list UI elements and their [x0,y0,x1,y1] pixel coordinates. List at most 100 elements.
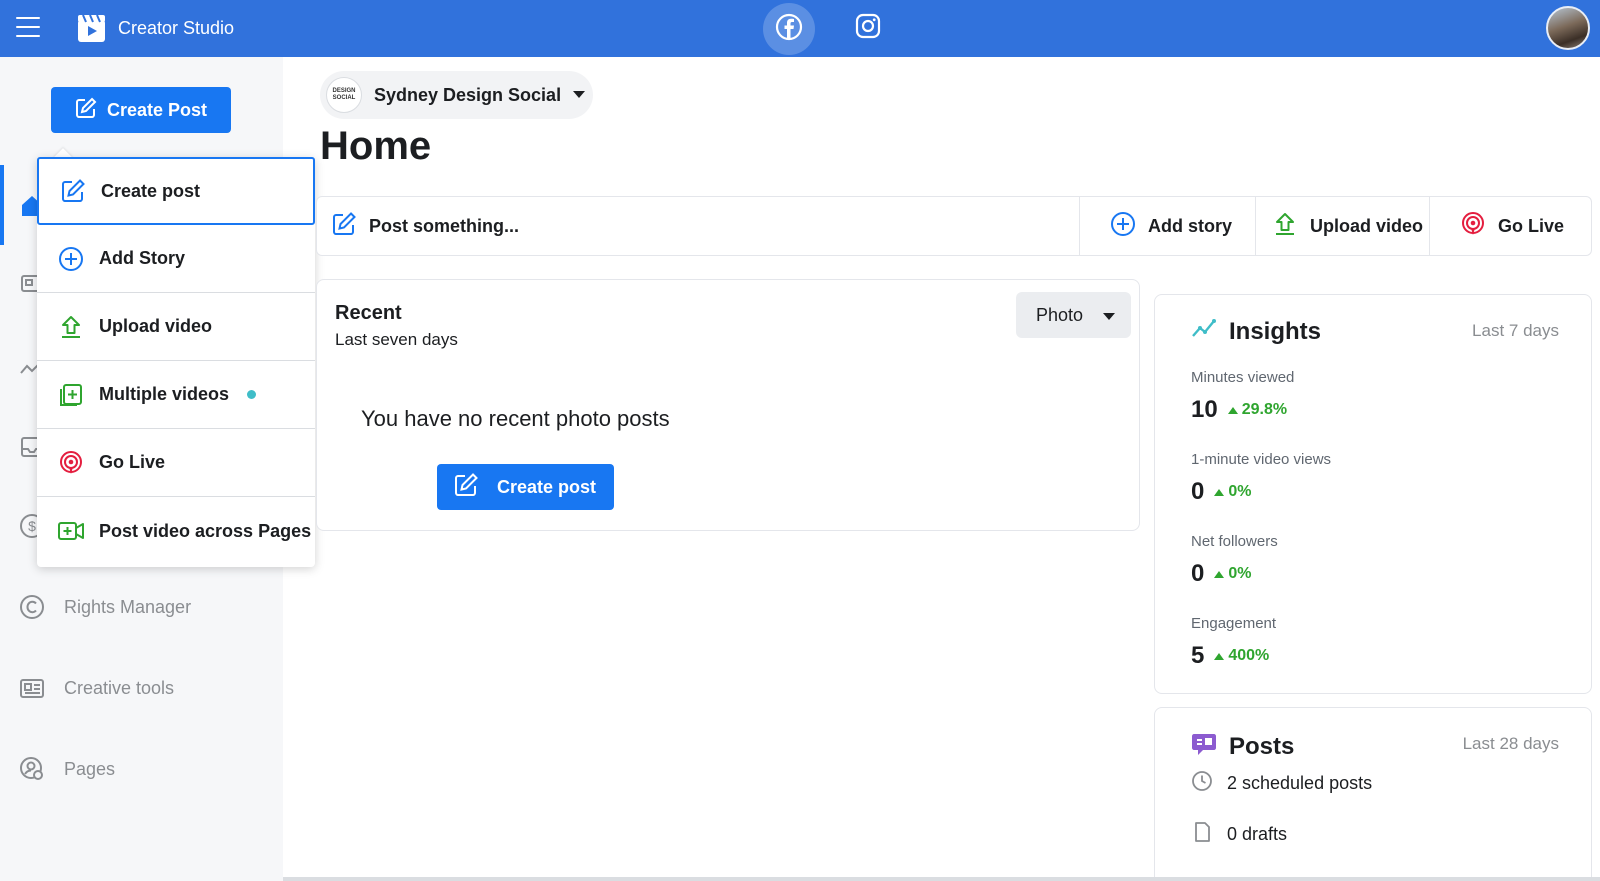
create-post-button-secondary[interactable]: Create post [437,464,614,510]
recent-title: Recent [335,302,402,324]
metric-change-value: 0% [1228,483,1252,500]
add-story-label: Add story [1148,215,1233,236]
create-post-label: Create post [497,476,597,497]
pages-settings-icon [18,755,46,783]
posts-header: Posts [1191,730,1294,763]
post-something-label: Post something... [369,215,520,236]
edit-icon [59,177,87,205]
menu-item-label: Create post [101,180,201,201]
page-switcher[interactable]: DESIGN SOCIAL Sydney Design Social [320,71,593,119]
scheduled-posts-link[interactable]: 2 scheduled posts [1191,770,1372,797]
recent-posts-card: Recent Last seven days Photo You have no… [316,279,1140,531]
recent-subtitle: Last seven days [335,330,458,349]
insights-range: Last 7 days [1472,321,1559,340]
metric-change: 0% [1214,483,1251,501]
posts-card: Posts Last 28 days 2 scheduled posts 0 d… [1154,707,1592,881]
menu-item-post-video-across-pages[interactable]: Post video across Pages [37,497,315,565]
copyright-icon [18,593,46,621]
metric-value: 10 [1191,396,1218,423]
metric-engagement: Engagement 5 400% [1191,615,1276,670]
metric-value: 0 [1191,560,1205,587]
empty-state-text: You have no recent photo posts [361,406,670,431]
metric-change: 29.8% [1227,401,1288,419]
instagram-icon [855,13,881,44]
live-icon [1460,211,1486,242]
video-across-pages-icon [57,517,85,545]
facebook-tab[interactable] [763,3,815,55]
sidebar-active-indicator [0,165,4,245]
metric-value: 0 [1191,478,1205,505]
page-name: Sydney Design Social [374,84,562,105]
drafts-text: 0 drafts [1227,824,1288,844]
post-action-bar: Post something... Add story Upload video… [316,196,1592,256]
metric-change: 400% [1214,647,1269,665]
menu-item-go-live[interactable]: Go Live [37,429,315,497]
metric-value: 5 [1191,642,1205,669]
new-indicator-dot [247,390,257,399]
insights-header: Insights [1191,317,1321,346]
post-type-value: Photo [1036,304,1084,325]
sidebar-item-label: Pages [64,758,116,779]
sidebar-item-label: Rights Manager [64,596,192,617]
post-type-select[interactable]: Photo [1016,292,1131,338]
metric-label: Engagement [1191,615,1277,632]
arrow-up-icon [1214,488,1225,496]
arrow-up-icon [1227,406,1238,414]
multiple-videos-icon [57,381,85,409]
metric-change-value: 0% [1228,565,1252,582]
insights-title: Insights [1229,317,1322,345]
menu-item-upload-video[interactable]: Upload video [37,293,315,361]
clock-icon [1191,770,1213,797]
instagram-tab[interactable] [852,12,884,44]
go-live-label: Go Live [1498,215,1565,236]
metric-net-followers: Net followers 0 0% [1191,533,1278,588]
edit-icon [453,472,479,503]
upload-video-button[interactable]: Upload video [1255,197,1429,255]
arrow-up-icon [1214,652,1225,660]
edit-icon [75,97,97,124]
metric-change-value: 29.8% [1241,401,1288,418]
upload-video-label: Upload video [1310,215,1424,236]
caret-down-icon [1103,305,1116,326]
menu-item-label: Multiple videos [99,384,230,404]
draft-icon [1191,821,1213,848]
sidebar-item-rights-manager[interactable]: Rights Manager [18,593,191,621]
live-icon [57,449,85,477]
create-post-button[interactable]: Create Post [51,87,231,133]
posts-message-icon [1191,730,1217,763]
creator-studio-logo-icon [77,14,106,43]
menu-item-create-post[interactable]: Create post [37,157,315,225]
metric-label: 1-minute video views [1191,451,1332,468]
metric-minutes-viewed: Minutes viewed 10 29.8% [1191,369,1294,424]
edit-icon [331,211,357,242]
insights-card: Insights Last 7 days Minutes viewed 10 2… [1154,294,1592,694]
bottom-divider [283,877,1600,881]
metric-label: Net followers [1191,533,1278,550]
hamburger-menu-icon[interactable] [16,17,40,39]
create-menu-dropdown: Create post Add Story Upload video Multi… [37,157,315,567]
menu-item-label: Upload video [99,316,213,336]
insights-chart-icon [1191,317,1217,346]
create-post-label: Create Post [106,99,208,120]
posts-range: Last 28 days [1462,734,1559,753]
sidebar-item-label: Creative tools [64,677,175,698]
menu-item-label: Post video across Pages [99,520,312,541]
post-something-button[interactable]: Post something... [331,197,519,255]
posts-title: Posts [1229,732,1295,760]
go-live-button[interactable]: Go Live [1429,197,1591,255]
sidebar-item-creative-tools[interactable]: Creative tools [18,674,174,702]
caret-down-icon [573,86,586,104]
page-logo: DESIGN SOCIAL [326,77,362,113]
sidebar-item-pages[interactable]: Pages [18,755,115,783]
drafts-link[interactable]: 0 drafts [1191,821,1287,848]
menu-item-add-story[interactable]: Add Story [37,225,315,293]
upload-icon [1272,211,1298,242]
menu-item-multiple-videos[interactable]: Multiple videos [37,361,315,429]
add-story-button[interactable]: Add story [1079,197,1255,255]
scheduled-posts-text: 2 scheduled posts [1227,773,1373,793]
avatar[interactable] [1546,6,1590,50]
creative-tools-icon [18,674,46,702]
svg-text:$: $ [28,518,36,534]
metric-label: Minutes viewed [1191,369,1295,386]
facebook-icon [775,13,803,46]
